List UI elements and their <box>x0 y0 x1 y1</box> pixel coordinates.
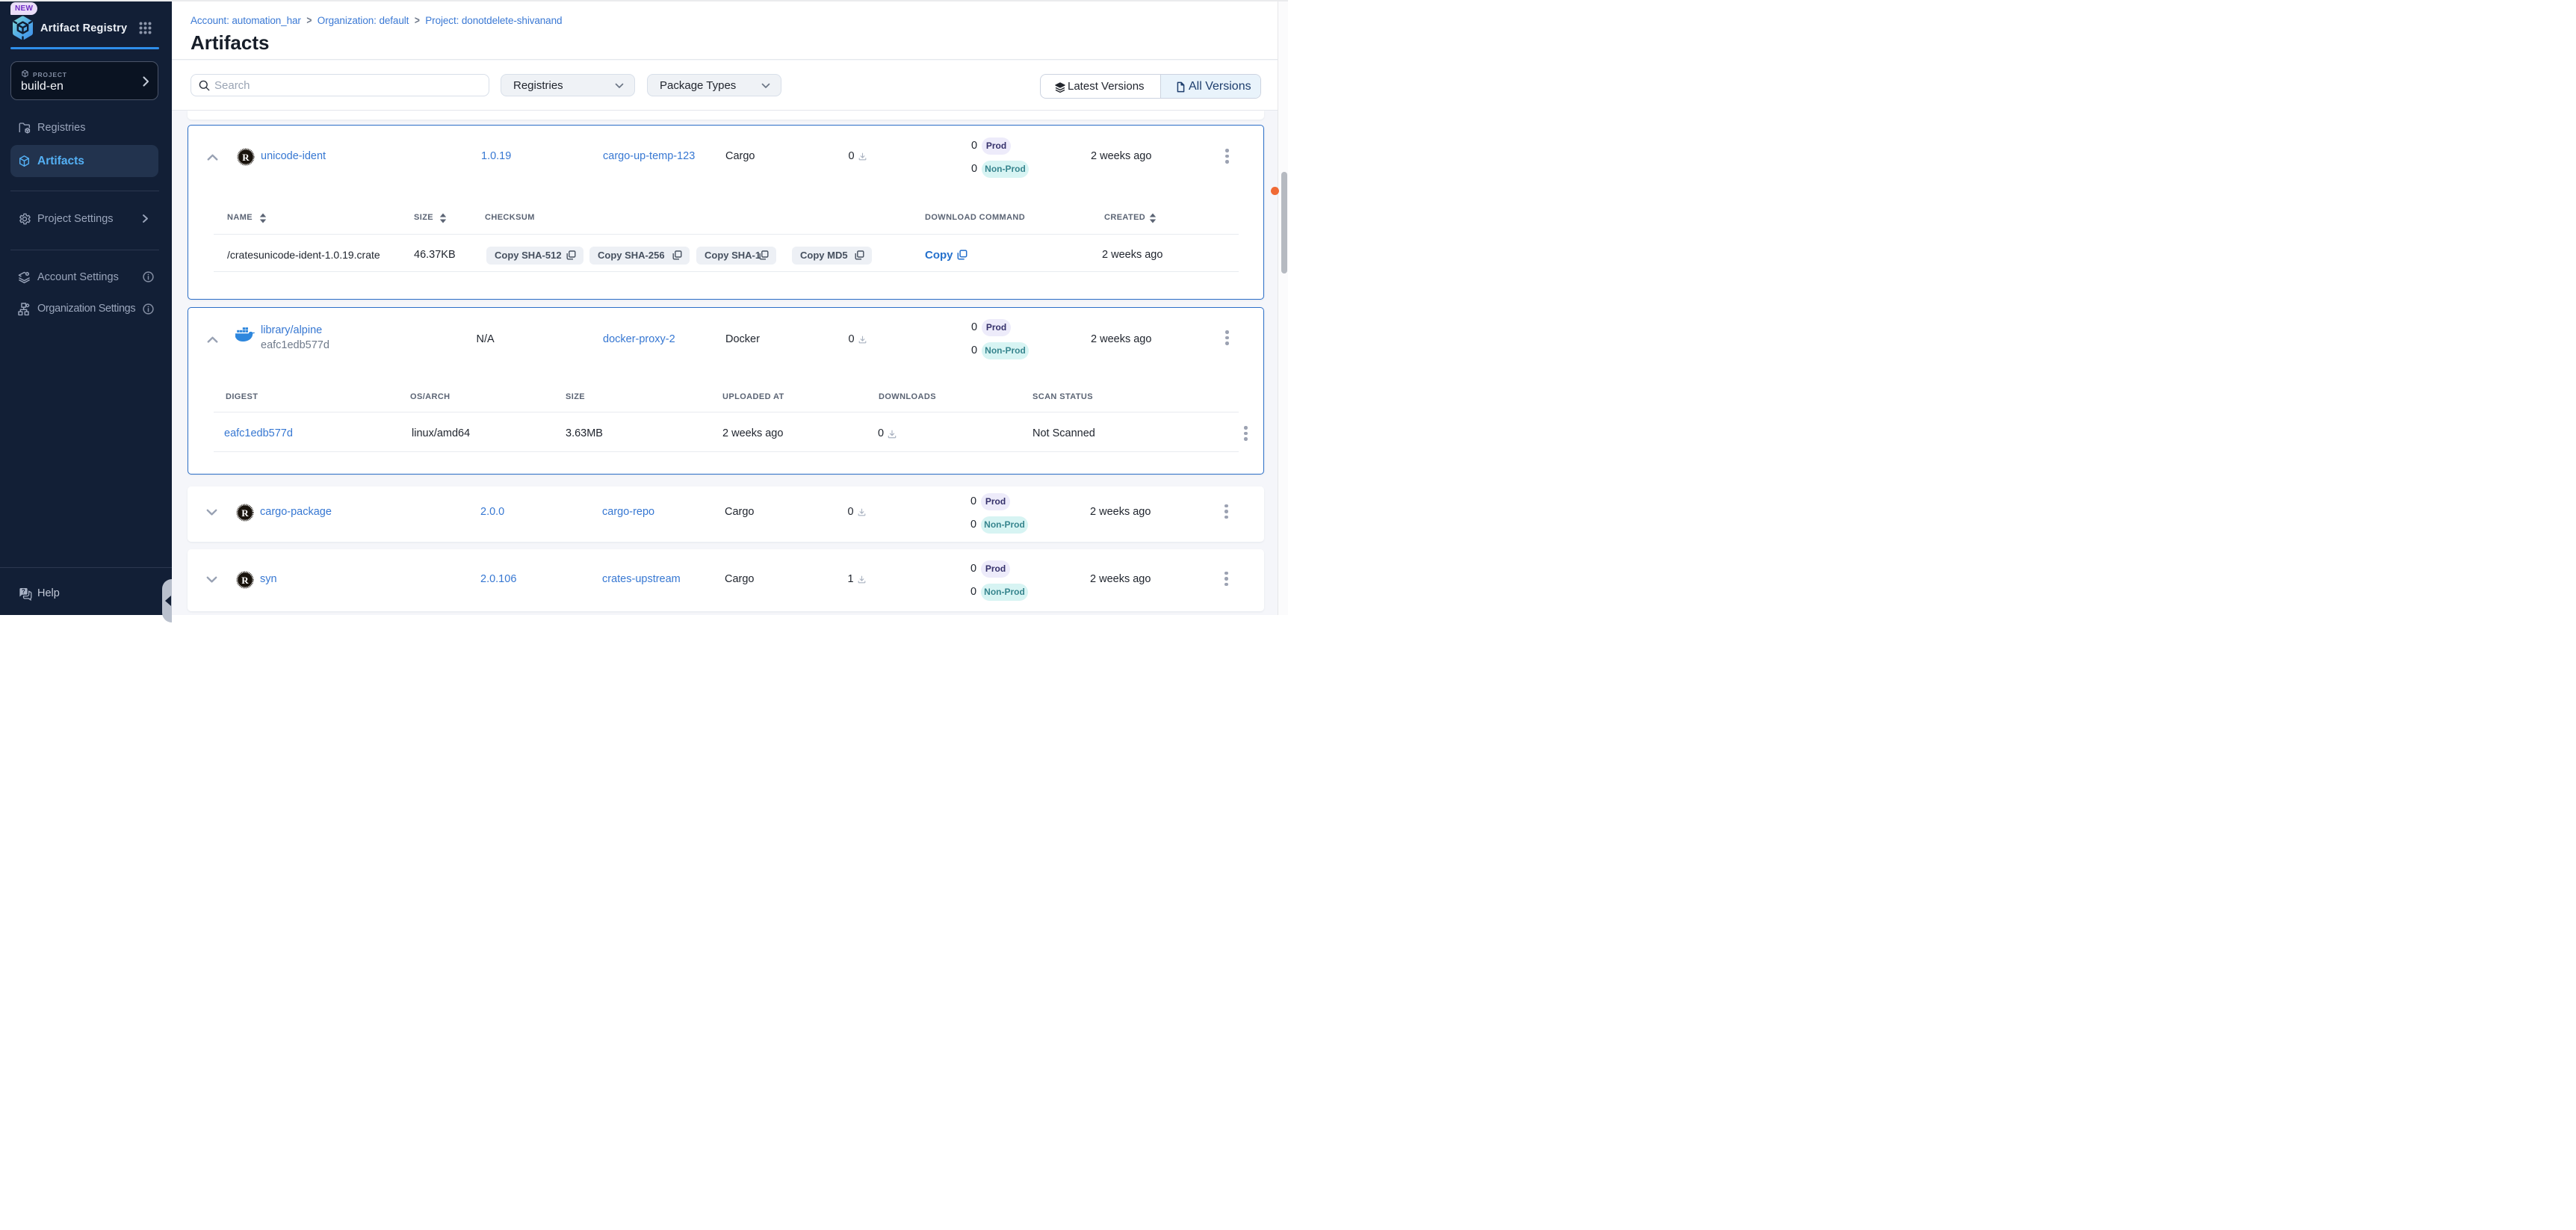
svg-text:?: ? <box>22 588 25 595</box>
svg-text:R: R <box>241 575 249 586</box>
svg-text:R: R <box>242 152 250 163</box>
svg-text:R: R <box>241 507 249 519</box>
